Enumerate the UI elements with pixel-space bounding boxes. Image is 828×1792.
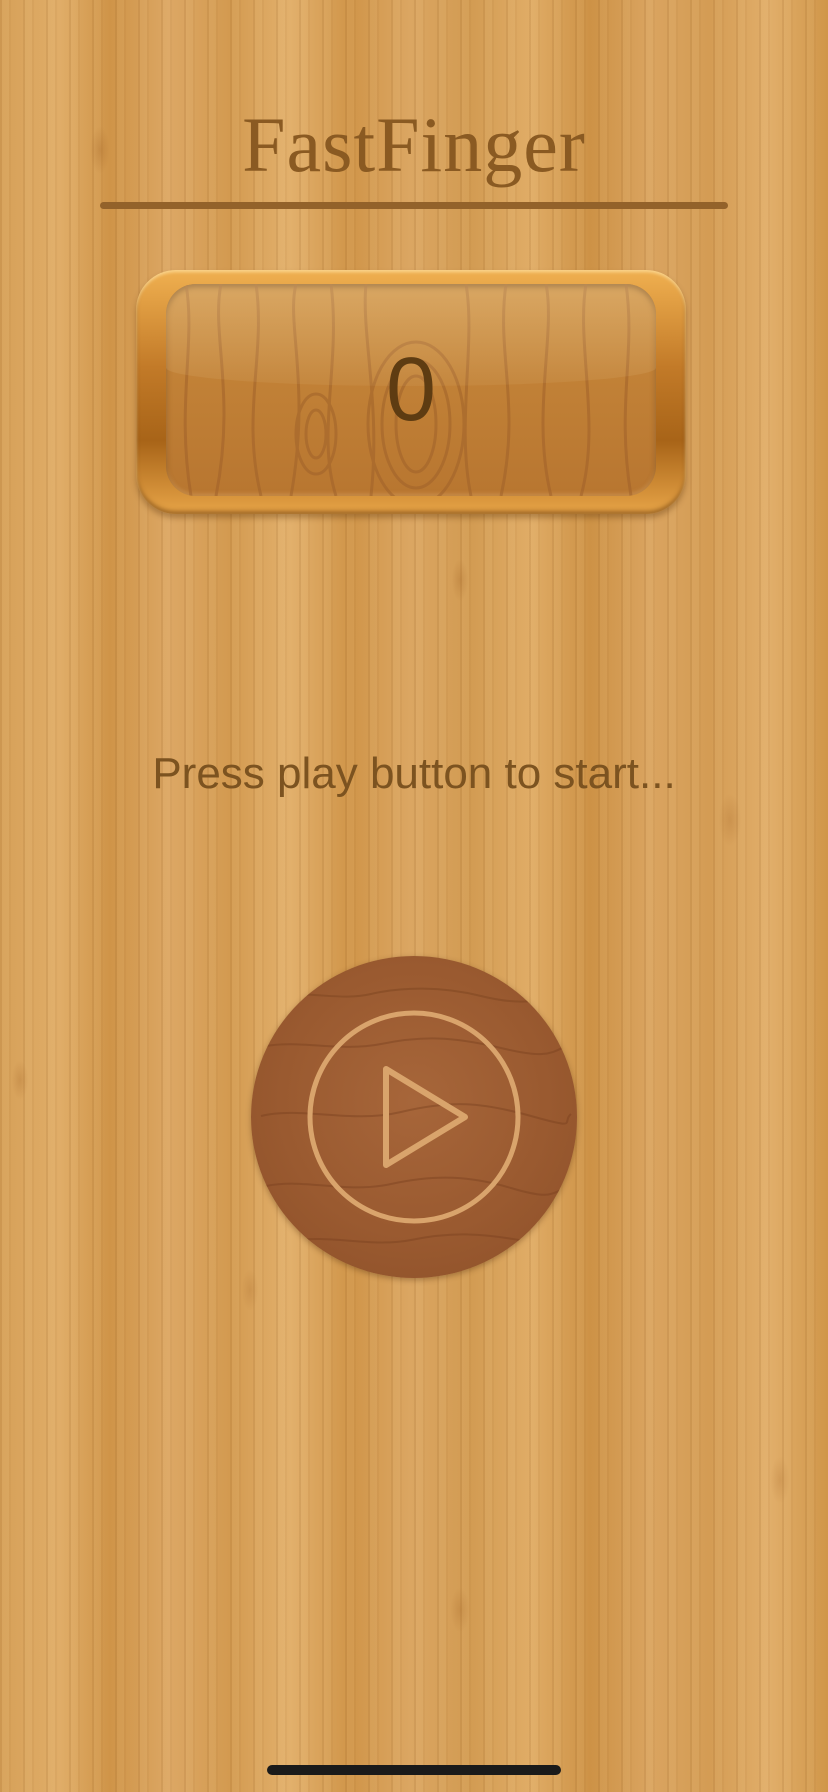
score-value: 0 <box>385 339 437 440</box>
instruction-text: Press play button to start... <box>152 749 676 798</box>
app-title: FastFinger <box>242 101 586 188</box>
play-button[interactable] <box>251 956 577 1278</box>
score-panel: 0 <box>166 284 656 496</box>
wood-background <box>0 0 828 1792</box>
play-icon <box>260 987 572 1245</box>
score-display: 0 <box>136 270 686 514</box>
title-divider <box>100 202 728 209</box>
home-indicator[interactable] <box>267 1765 561 1775</box>
